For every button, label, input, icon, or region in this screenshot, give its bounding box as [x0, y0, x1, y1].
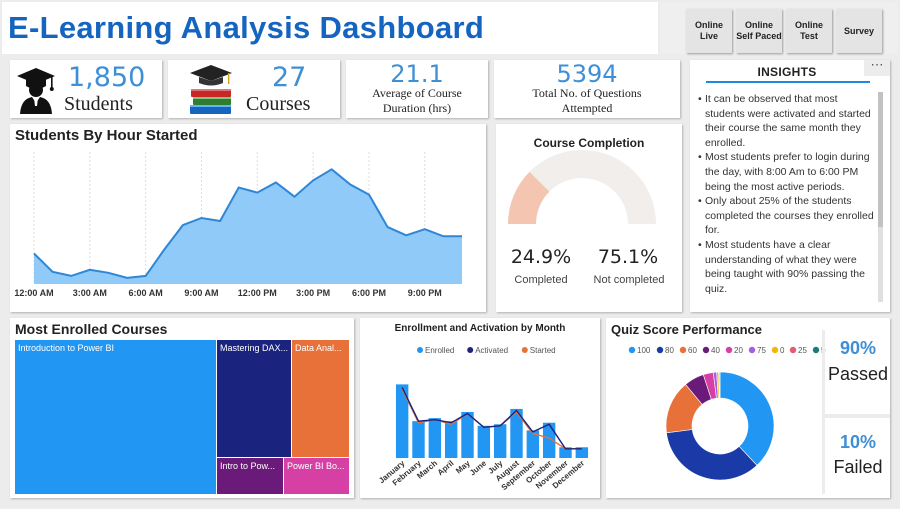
legend-marker — [467, 347, 474, 353]
x-tick-label: 3:00 AM — [73, 288, 107, 298]
legend-label: Enrolled — [425, 346, 454, 355]
title-bar: E-Learning Analysis Dashboard — [2, 2, 658, 54]
quiz-chart: 100806040207502550 — [628, 346, 826, 481]
legend-marker — [748, 346, 756, 354]
failed-label: Failed — [833, 457, 883, 477]
x-tick-label: 9:00 AM — [184, 288, 218, 298]
insight-item: • Most students prefer to login during th… — [698, 151, 870, 193]
kpi-duration-label: Average of Course Duration (hrs) — [372, 86, 462, 115]
bar-enrolled — [493, 424, 507, 458]
legend-label: 100 — [637, 346, 651, 355]
legend-label: Started — [530, 346, 556, 355]
bar-enrolled — [412, 421, 425, 458]
legend-marker — [628, 346, 636, 354]
insight-item: • It can be observed that most students w… — [698, 93, 871, 149]
insight-item: • Most students have a clear understandin… — [698, 238, 865, 295]
insight-item: • Only about 25% of the students complete… — [698, 195, 874, 237]
nav-button-online-test[interactable]: Online Test — [786, 9, 832, 53]
students-by-hour-chart: 12:00 AM 3:00 AM 6:00 AM 9:00 AM 12:00 PM 3:0… — [14, 152, 462, 298]
insights-title: INSIGHTS — [757, 65, 817, 79]
legend-marker — [725, 346, 733, 354]
treemap-tile[interactable]: Mastering DAX... — [217, 340, 291, 457]
kpi-card-questions: 5394 Total No. of Questions Attempted — [494, 60, 680, 118]
legend-marker — [789, 346, 797, 354]
insights-scrollbar[interactable] — [878, 92, 883, 302]
legend-label: 20 — [734, 346, 743, 355]
insights-list: • It can be observed that most students w… — [698, 92, 874, 298]
passed-label: Passed — [827, 364, 889, 384]
treemap-tile[interactable]: Data Anal... — [292, 340, 349, 457]
legend-label: 0 — [780, 346, 785, 355]
most-enrolled-title: Most Enrolled Courses — [15, 321, 168, 337]
divider — [822, 418, 825, 494]
nav-button-online-self-paced[interactable]: Online Self Paced — [736, 9, 782, 53]
bar-enrolled — [444, 421, 458, 458]
legend-label: 40 — [711, 346, 720, 355]
legend-marker — [812, 346, 820, 354]
bar-enrolled — [428, 418, 442, 458]
quiz-card: Quiz Score Performance 10080604020750255… — [606, 318, 890, 498]
insights-underline — [706, 81, 870, 83]
divider — [822, 414, 890, 418]
x-tick-label: 12:00 AM — [14, 288, 53, 298]
legend-marker — [417, 347, 423, 353]
legend-label: 80 — [665, 346, 674, 355]
not-completed-value: 75.1% — [597, 246, 659, 268]
treemap-tile[interactable]: Intro to Pow... — [217, 458, 283, 494]
x-tick-label: April — [436, 459, 456, 478]
legend-label: 25 — [798, 346, 807, 355]
insights-scrollbar-thumb[interactable] — [878, 92, 883, 227]
donut-slice — [666, 429, 758, 481]
books-graduation-cap-icon — [190, 65, 232, 114]
completed-value: 24.9% — [510, 246, 572, 268]
x-tick-label: 9:00 PM — [408, 288, 442, 298]
failed-value: 10% — [839, 432, 877, 452]
x-tick-label: 6:00 PM — [352, 288, 386, 298]
x-tick-label: 3:00 PM — [296, 288, 330, 298]
kpi-courses-label: Courses — [246, 93, 311, 115]
nav-bar: Online Live Online Self Paced Online Tes… — [660, 2, 898, 54]
kpi-courses-value: 27 — [272, 62, 307, 93]
divider — [822, 330, 825, 414]
passed-value: 90% — [839, 338, 877, 358]
legend-label: Activated — [475, 346, 508, 355]
kpi-card-students: 1,850 Students — [10, 60, 162, 118]
students-by-hour-card: Students By Hour Started 12:00 AM 3:00 AM… — [10, 124, 486, 312]
legend-label: 75 — [757, 346, 766, 355]
kpi-card-courses: 27 Courses — [168, 60, 340, 118]
student-graduate-icon — [17, 68, 55, 114]
legend-marker — [521, 347, 528, 353]
kpi-duration-value: 21.1 — [390, 60, 444, 88]
page-title: E-Learning Analysis Dashboard — [8, 10, 485, 45]
x-tick-label: June — [468, 458, 489, 477]
legend-label: 60 — [688, 346, 697, 355]
most-enrolled-card: Most Enrolled Courses Introduction to Po… — [10, 318, 354, 498]
donut-slice — [719, 371, 775, 466]
kpi-students-value: 1,850 — [68, 62, 146, 93]
nav-button-online-live[interactable]: Online Live — [686, 9, 732, 53]
bar-enrolled — [477, 425, 491, 458]
kpi-questions-value: 5394 — [556, 60, 618, 88]
legend-marker — [702, 346, 710, 354]
course-completion-card: Course Completion 24.9% Completed 75.1% … — [496, 124, 682, 312]
enrollment-chart: Enrolled Activated Started JanuaryFebruary… — [377, 346, 589, 492]
treemap-tile[interactable]: Power BI Bo... — [284, 458, 349, 494]
kpi-card-duration: 21.1 Average of Course Duration (hrs) — [346, 60, 488, 118]
insights-panel: ⋯ INSIGHTS • It can be observed that most… — [690, 60, 890, 312]
kpi-questions-label: Total No. of Questions Attempted — [532, 86, 642, 115]
treemap-tile[interactable]: Introduction to Power BI — [15, 340, 216, 494]
legend-marker — [771, 346, 779, 354]
bar-enrolled — [461, 412, 474, 458]
enrollment-card: Enrollment and Activation by Month Enrol… — [360, 318, 600, 498]
students-by-hour-area — [34, 169, 462, 284]
not-completed-label: Not completed — [593, 274, 665, 286]
legend-marker — [679, 346, 687, 354]
kpi-students-label: Students — [64, 93, 133, 115]
x-tick-label: 6:00 AM — [129, 288, 163, 298]
completed-label: Completed — [514, 274, 568, 286]
legend-marker — [656, 346, 664, 354]
x-tick-label: 12:00 PM — [238, 288, 277, 298]
nav-button-survey[interactable]: Survey — [836, 9, 882, 53]
